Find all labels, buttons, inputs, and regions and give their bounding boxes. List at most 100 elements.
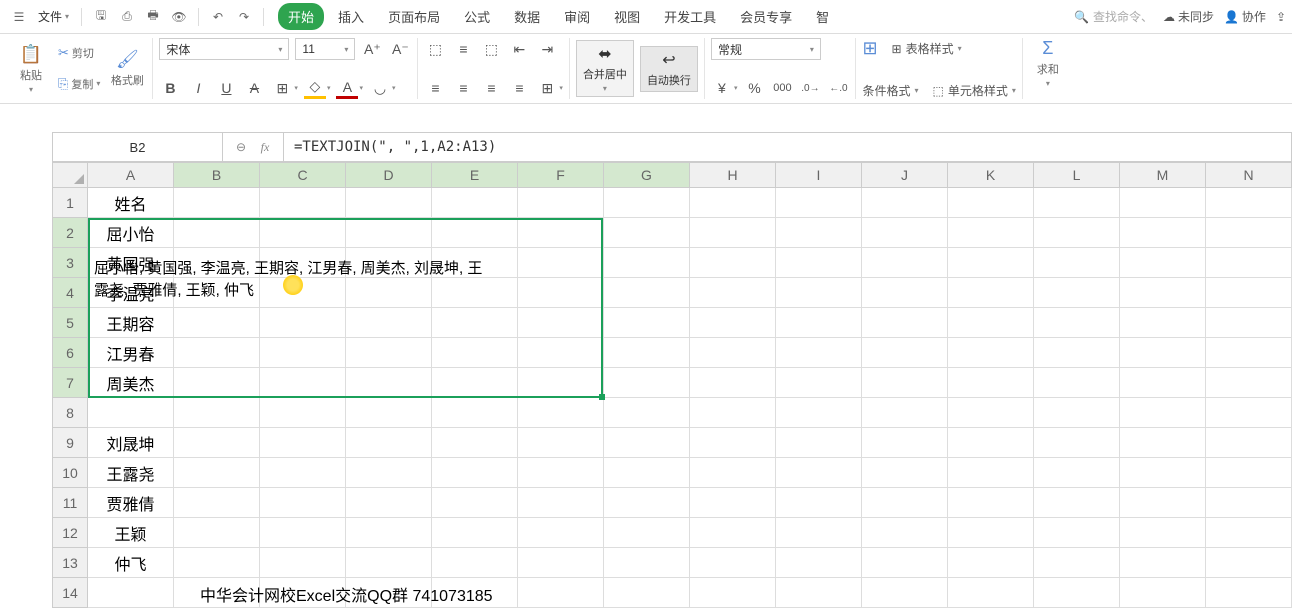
select-all-corner[interactable] (52, 162, 88, 188)
tab-view[interactable]: 视图 (604, 3, 650, 30)
cell-A14[interactable] (88, 578, 174, 608)
file-menu[interactable]: 文件 ▾ (32, 6, 75, 27)
cond-fmt-label-button[interactable]: 条件格式▾ (862, 82, 918, 99)
cell-B1[interactable] (174, 188, 260, 218)
cell-A12[interactable]: 王颖 (88, 518, 174, 548)
paste-button[interactable]: 📋 粘贴▾ (12, 38, 50, 99)
col-header-M[interactable]: M (1120, 162, 1206, 188)
row-header-5[interactable]: 5 (52, 308, 88, 338)
increase-decimal-icon[interactable]: .0→ (799, 77, 821, 99)
zoom-out-icon[interactable]: ⊖ (233, 140, 249, 154)
increase-font-icon[interactable]: A⁺ (361, 38, 383, 60)
tab-data[interactable]: 数据 (504, 3, 550, 30)
copy-button[interactable]: ⎘复制▾ (56, 74, 102, 94)
cell-A9[interactable]: 刘晟坤 (88, 428, 174, 458)
decrease-font-icon[interactable]: A⁻ (389, 38, 411, 60)
cut-button[interactable]: ✂剪切 (56, 43, 102, 63)
phonetic-button[interactable]: ◡▾ (369, 77, 396, 99)
share-button[interactable]: ⇪ (1276, 10, 1286, 24)
fx-icon[interactable]: fx (257, 140, 273, 155)
strikethrough-button[interactable]: A (243, 77, 265, 99)
orientation-button[interactable]: ⊞▾ (536, 77, 563, 99)
tab-start[interactable]: 开始 (278, 3, 324, 30)
col-header-I[interactable]: I (776, 162, 862, 188)
cell-style-button[interactable]: ⬚单元格样式▾ (932, 82, 1015, 99)
col-header-C[interactable]: C (260, 162, 346, 188)
conditional-format-button[interactable]: ⊞ (862, 38, 877, 59)
col-header-D[interactable]: D (346, 162, 432, 188)
fill-color-button[interactable]: ◇▾ (304, 77, 331, 99)
undo-icon[interactable]: ↶ (207, 6, 229, 28)
font-color-button[interactable]: A▾ (336, 77, 363, 99)
row-header-7[interactable]: 7 (52, 368, 88, 398)
cell-A10[interactable]: 王露尧 (88, 458, 174, 488)
col-header-B[interactable]: B (174, 162, 260, 188)
sum-button[interactable]: Σ 求和▾ (1029, 38, 1067, 88)
col-header-E[interactable]: E (432, 162, 518, 188)
currency-button[interactable]: ¥▾ (711, 77, 738, 99)
cell-A6[interactable]: 江男春 (88, 338, 174, 368)
align-center-icon[interactable]: ≡ (452, 77, 474, 99)
decrease-decimal-icon[interactable]: ←.0 (827, 77, 849, 99)
formula-input[interactable]: =TEXTJOIN(", ",1,A2:A13) (283, 133, 1291, 161)
tab-formula[interactable]: 公式 (454, 3, 500, 30)
col-header-G[interactable]: G (604, 162, 690, 188)
col-header-A[interactable]: A (88, 162, 174, 188)
tab-member[interactable]: 会员专享 (730, 3, 802, 30)
align-right-icon[interactable]: ≡ (480, 77, 502, 99)
redo-icon[interactable]: ↷ (233, 6, 255, 28)
row-header-8[interactable]: 8 (52, 398, 88, 428)
save-icon[interactable]: 🖫 (90, 6, 112, 28)
number-format-select[interactable]: 常规▾ (711, 38, 821, 60)
cell-A13[interactable]: 仲飞 (88, 548, 174, 578)
row-header-13[interactable]: 13 (52, 548, 88, 578)
comma-icon[interactable]: 000 (771, 77, 793, 99)
italic-button[interactable]: I (187, 77, 209, 99)
menu-icon[interactable]: ☰ (8, 6, 30, 28)
align-left-icon[interactable]: ≡ (424, 77, 446, 99)
row-header-14[interactable]: 14 (52, 578, 88, 608)
font-name-select[interactable]: 宋体▾ (159, 38, 289, 60)
cell-A11[interactable]: 贾雅倩 (88, 488, 174, 518)
command-search[interactable]: 🔍 查找命令、 (1074, 8, 1153, 25)
col-header-K[interactable]: K (948, 162, 1034, 188)
align-justify-icon[interactable]: ≡ (508, 77, 530, 99)
font-size-select[interactable]: 11▾ (295, 38, 355, 60)
tab-truncated[interactable]: 智 (806, 3, 839, 30)
cell-A7[interactable]: 周美杰 (88, 368, 174, 398)
merge-center-button[interactable]: ⬌ 合并居中▾ (576, 40, 634, 97)
table-style-button[interactable]: ⊞表格样式▾ (892, 40, 962, 57)
indent-decrease-icon[interactable]: ⇤ (508, 38, 530, 60)
align-bottom-icon[interactable]: ⬚ (480, 38, 502, 60)
col-header-N[interactable]: N (1206, 162, 1292, 188)
underline-button[interactable]: U (215, 77, 237, 99)
row-header-2[interactable]: 2 (52, 218, 88, 248)
wrap-text-button[interactable]: ↩ 自动换行 (640, 46, 698, 92)
tab-review[interactable]: 审阅 (554, 3, 600, 30)
bold-button[interactable]: B (159, 77, 181, 99)
col-header-F[interactable]: F (518, 162, 604, 188)
cell-A2[interactable]: 屈小怡 (88, 218, 174, 248)
format-painter-button[interactable]: 🖌 格式刷 (108, 38, 146, 99)
print-preview-icon[interactable]: 👁 (168, 6, 190, 28)
row-header-10[interactable]: 10 (52, 458, 88, 488)
cell-A1[interactable]: 姓名 (88, 188, 174, 218)
row-header-11[interactable]: 11 (52, 488, 88, 518)
save-as-icon[interactable]: ⎙ (116, 6, 138, 28)
cell-grid[interactable]: 姓名 屈小怡 黄国强 李温亮 王期容 江男春 周美杰 刘晟坤 王露尧 贾雅倩 王… (88, 188, 1292, 608)
col-header-H[interactable]: H (690, 162, 776, 188)
row-header-9[interactable]: 9 (52, 428, 88, 458)
tab-dev-tools[interactable]: 开发工具 (654, 3, 726, 30)
row-header-4[interactable]: 4 (52, 278, 88, 308)
border-button[interactable]: ⊞▾ (271, 77, 298, 99)
print-icon[interactable]: 🖶 (142, 6, 164, 28)
sync-button[interactable]: ☁ 未同步 (1163, 8, 1214, 25)
name-box[interactable]: B2 (53, 133, 223, 161)
percent-icon[interactable]: % (743, 77, 765, 99)
cell-A8[interactable] (88, 398, 174, 428)
col-header-L[interactable]: L (1034, 162, 1120, 188)
collab-button[interactable]: 👤 协作 (1224, 8, 1266, 25)
cell-A5[interactable]: 王期容 (88, 308, 174, 338)
col-header-J[interactable]: J (862, 162, 948, 188)
cell-B2[interactable] (174, 218, 260, 248)
